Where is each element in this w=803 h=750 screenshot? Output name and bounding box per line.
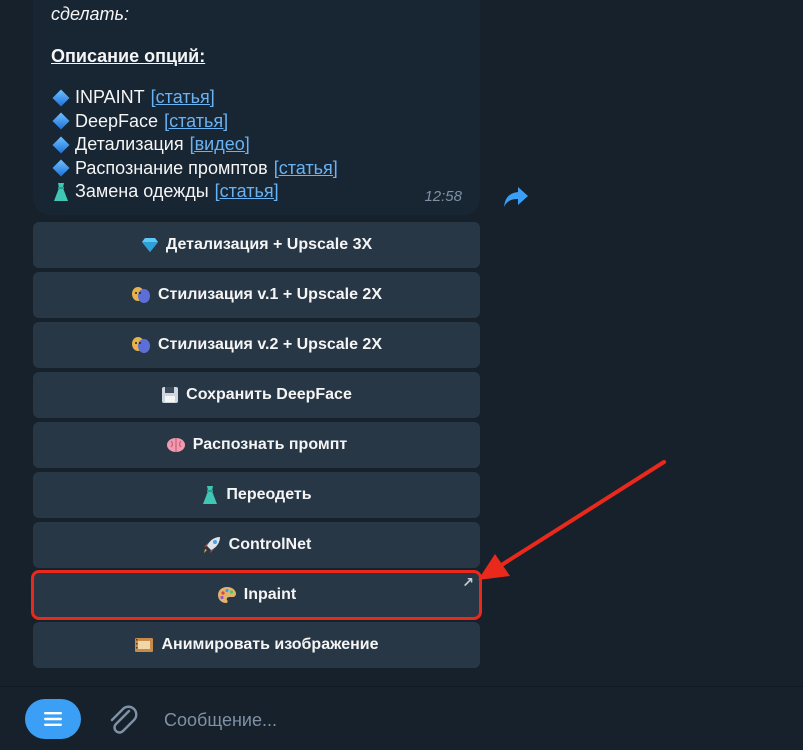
button-label: ControlNet <box>228 536 312 553</box>
button-label: Переодеть <box>226 486 312 503</box>
option-item-clothes: Замена одежды [статья] <box>51 180 462 204</box>
button-label: Стилизация v.2 + Upscale 2X <box>158 336 382 353</box>
stylize-v1-button[interactable]: Стилизация v.1 + Upscale 2X <box>33 272 480 318</box>
blue-diamond-icon <box>47 159 75 177</box>
bot-menu-button[interactable] <box>25 699 81 739</box>
dress-icon <box>201 485 219 505</box>
button-label: Сохранить DeepFace <box>186 386 352 403</box>
options-list: INPAINT [статья] DeepFace [статья] Детал… <box>51 86 462 204</box>
dress-icon <box>47 182 75 202</box>
message-time: 12:58 <box>424 188 462 205</box>
option-name: Распознание промптов <box>75 157 268 178</box>
palette-icon <box>217 586 237 604</box>
detail-upscale-button[interactable]: Детализация + Upscale 3X <box>33 222 480 268</box>
message-intro-text: сделать: <box>51 4 129 24</box>
option-item-inpaint: INPAINT [статья] <box>51 86 462 110</box>
menu-icon <box>44 712 62 726</box>
button-label: Распознать промпт <box>192 436 348 453</box>
option-link[interactable]: [видео] <box>190 134 250 155</box>
option-item-prompt-recognition: Распознание промптов [статья] <box>51 157 462 181</box>
option-name: DeepFace <box>75 110 159 131</box>
option-link[interactable]: [статья] <box>274 158 338 179</box>
message-input[interactable] <box>164 707 764 733</box>
brain-icon <box>166 437 186 453</box>
theater-masks-icon <box>131 336 151 354</box>
blue-diamond-icon <box>47 136 75 154</box>
button-label: Стилизация v.1 + Upscale 2X <box>158 286 382 303</box>
save-deepface-button[interactable]: Сохранить DeepFace <box>33 372 480 418</box>
message-bubble: сделать: Описание опций: INPAINT [статья… <box>33 0 480 215</box>
open-link-arrow-icon: ↗ <box>462 574 474 590</box>
chat-area: сделать: Описание опций: INPAINT [статья… <box>0 0 803 686</box>
change-clothes-button[interactable]: Переодеть <box>33 472 480 518</box>
option-link[interactable]: [статья] <box>151 87 215 108</box>
option-link[interactable]: [статья] <box>215 181 279 202</box>
button-label: Анимировать изображение <box>161 636 379 653</box>
option-name: Детализация <box>75 134 184 155</box>
button-label: Детализация + Upscale 3X <box>165 236 373 253</box>
gem-icon <box>141 237 159 253</box>
floppy-disk-icon <box>161 386 179 404</box>
stylize-v2-button[interactable]: Стилизация v.2 + Upscale 2X <box>33 322 480 368</box>
message-composer <box>0 686 803 750</box>
film-frames-icon <box>134 637 154 653</box>
blue-diamond-icon <box>47 112 75 130</box>
forward-icon[interactable] <box>503 185 529 209</box>
options-section-title: Описание опций: <box>51 46 206 66</box>
option-name: Замена одежды <box>75 181 209 202</box>
blue-diamond-icon <box>47 89 75 107</box>
inpaint-button[interactable]: Inpaint ↗ <box>31 570 482 620</box>
controlnet-button[interactable]: ControlNet <box>33 522 480 568</box>
button-label: Inpaint <box>243 586 297 603</box>
rocket-icon <box>202 535 222 555</box>
theater-masks-icon <box>131 286 151 304</box>
option-item-deepface: DeepFace [статья] <box>51 110 462 134</box>
paperclip-icon[interactable] <box>105 702 139 738</box>
option-link[interactable]: [статья] <box>164 111 228 132</box>
option-name: INPAINT <box>75 87 145 108</box>
inline-keyboard: Детализация + Upscale 3X Стилизация v.1 … <box>31 222 482 672</box>
animate-image-button[interactable]: Анимировать изображение <box>33 622 480 668</box>
option-item-detail: Детализация [видео] <box>51 133 462 157</box>
recognize-prompt-button[interactable]: Распознать промпт <box>33 422 480 468</box>
